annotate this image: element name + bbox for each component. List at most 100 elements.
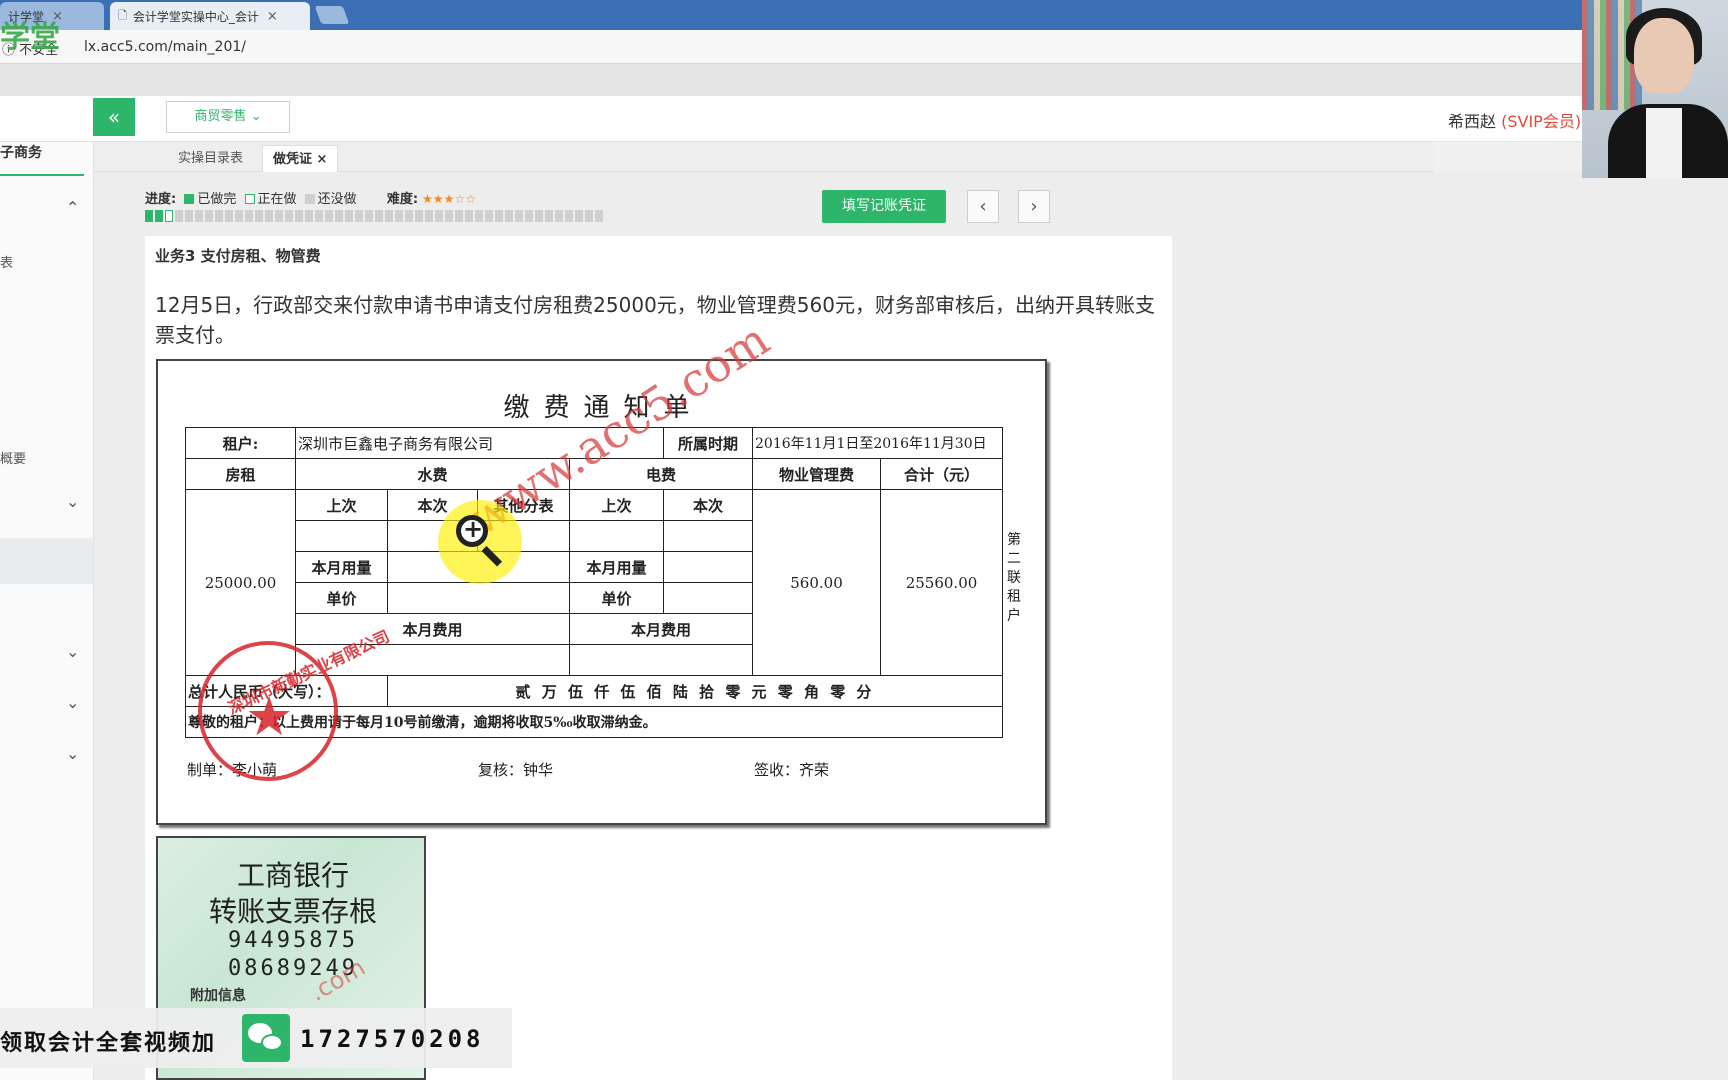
stub-extra-info: 附加信息: [190, 988, 246, 1004]
promo-text: 领取会计全套视频加: [0, 1031, 217, 1056]
progress-segment[interactable]: [325, 210, 333, 222]
legend-done: 已做完: [197, 192, 237, 207]
progress-segment[interactable]: [425, 210, 433, 222]
progress-segment[interactable]: [205, 210, 213, 222]
progress-segment[interactable]: [165, 210, 173, 222]
power-usage-label: 本月用量: [569, 551, 664, 583]
progress-segment[interactable]: [515, 210, 523, 222]
total-header: 合计（元）: [880, 458, 1003, 490]
progress-segment[interactable]: [415, 210, 423, 222]
progress-segment[interactable]: [445, 210, 453, 222]
mgmt-value: 560.00: [752, 489, 881, 676]
user-level: (SVIP会员): [1501, 112, 1582, 131]
progress-bar: [145, 210, 603, 222]
business-description: 12月5日，行政部交来付款申请书申请支付房租费25000元，物业管理费560元，…: [155, 293, 1155, 347]
content-tabs: 实操目录表 做凭证 ×: [94, 142, 1434, 172]
sidebar-item[interactable]: 表: [0, 252, 13, 271]
chevron-down-icon[interactable]: ⌄: [66, 492, 79, 511]
progress-segment[interactable]: [525, 210, 533, 222]
progress-segment[interactable]: [275, 210, 283, 222]
chevron-down-icon[interactable]: ⌄: [66, 642, 79, 661]
progress-segment[interactable]: [265, 210, 273, 222]
difficulty-stars: ★★★☆☆: [422, 192, 476, 206]
chevron-down-icon[interactable]: ⌄: [66, 693, 79, 712]
business-title: 业务3 支付房租、物管费: [155, 247, 321, 265]
collapse-sidebar-button[interactable]: «: [93, 98, 135, 136]
progress-segment[interactable]: [235, 210, 243, 222]
progress-segment[interactable]: [215, 210, 223, 222]
water-last: 上次: [295, 489, 388, 521]
rent-header: 房租: [185, 458, 296, 490]
next-button[interactable]: ›: [1018, 190, 1050, 223]
progress-segment[interactable]: [385, 210, 393, 222]
cell: [295, 520, 388, 552]
zoom-cursor[interactable]: +: [438, 500, 522, 584]
browser-tab-label: 会计学堂实操中心_会计: [132, 9, 259, 24]
progress-segment[interactable]: [465, 210, 473, 222]
progress-segment[interactable]: [305, 210, 313, 222]
progress-segment[interactable]: [475, 210, 483, 222]
progress-segment[interactable]: [255, 210, 263, 222]
capital-amount: 贰 万 伍 仟 伍 佰 陆 拾 零 元 零 角 零 分: [387, 675, 1003, 707]
progress-segment[interactable]: [365, 210, 373, 222]
presenter-shirt: [1646, 108, 1682, 178]
period-value: 2016年11月1日至2016年11月30日: [752, 427, 1003, 459]
progress-segment[interactable]: [575, 210, 583, 222]
progress-segment[interactable]: [315, 210, 323, 222]
sidebar-active-item[interactable]: [0, 538, 93, 584]
promo-number: 1727570208: [300, 1025, 485, 1053]
progress-segment[interactable]: [285, 210, 293, 222]
progress-segment[interactable]: [485, 210, 493, 222]
close-icon[interactable]: ×: [267, 9, 278, 24]
progress-segment[interactable]: [295, 210, 303, 222]
user-info[interactable]: 希西赵 (SVIP会员): [1448, 108, 1581, 132]
prev-button[interactable]: ‹: [967, 190, 999, 223]
page-icon: 🗋: [118, 8, 127, 22]
progress-segment[interactable]: [585, 210, 593, 222]
progress-segment[interactable]: [225, 210, 233, 222]
payment-notice-document[interactable]: 缴费通知单 租户: 深圳市巨鑫电子商务有限公司 所属时期 2016年11月1日至…: [156, 312, 1047, 825]
tab-catalog[interactable]: 实操目录表: [168, 145, 253, 172]
sidebar-title[interactable]: 子商务: [0, 142, 84, 176]
progress-segment[interactable]: [535, 210, 543, 222]
magnifier-icon: +: [456, 515, 488, 547]
user-name: 希西赵: [1448, 112, 1497, 131]
progress-segment[interactable]: [345, 210, 353, 222]
todo-swatch: [304, 194, 315, 204]
close-icon[interactable]: ×: [317, 152, 328, 167]
progress-segment[interactable]: [185, 210, 193, 222]
url-field[interactable]: lx.acc5.com/main_201/: [84, 39, 246, 55]
chevron-down-icon[interactable]: ⌄: [66, 744, 79, 763]
progress-segment[interactable]: [175, 210, 183, 222]
progress-segment[interactable]: [405, 210, 413, 222]
progress-segment[interactable]: [155, 210, 163, 222]
tab-label: 实操目录表: [178, 151, 244, 166]
progress-segment[interactable]: [555, 210, 563, 222]
progress-segment[interactable]: [335, 210, 343, 222]
browser-tab-2[interactable]: 🗋 会计学堂实操中心_会计 ×: [110, 2, 310, 30]
chevron-up-icon[interactable]: ⌃: [66, 198, 79, 217]
progress-segment[interactable]: [395, 210, 403, 222]
progress-segment[interactable]: [455, 210, 463, 222]
progress-segment[interactable]: [195, 210, 203, 222]
sidebar-item[interactable]: 概要: [0, 448, 26, 467]
industry-dropdown[interactable]: 商贸零售 ⌄: [166, 101, 290, 133]
progress-segment[interactable]: [505, 210, 513, 222]
fill-voucher-button[interactable]: 填写记账凭证: [822, 190, 946, 223]
progress-segment[interactable]: [355, 210, 363, 222]
progress-segment[interactable]: [245, 210, 253, 222]
progress-segment[interactable]: [595, 210, 603, 222]
progress-segment[interactable]: [565, 210, 573, 222]
total-value: 25560.00: [880, 489, 1003, 676]
progress-segment[interactable]: [375, 210, 383, 222]
progress-segment[interactable]: [145, 210, 153, 222]
period-label: 所属时期: [663, 427, 753, 459]
stub-number-1: 94495875: [228, 928, 358, 953]
progress-segment[interactable]: [545, 210, 553, 222]
star-icon: ★: [245, 685, 294, 748]
tab-voucher[interactable]: 做凭证 ×: [262, 145, 339, 172]
progress-segment[interactable]: [495, 210, 503, 222]
progress-segment[interactable]: [435, 210, 443, 222]
new-tab-button[interactable]: [314, 6, 350, 24]
power-this: 本次: [663, 489, 753, 521]
